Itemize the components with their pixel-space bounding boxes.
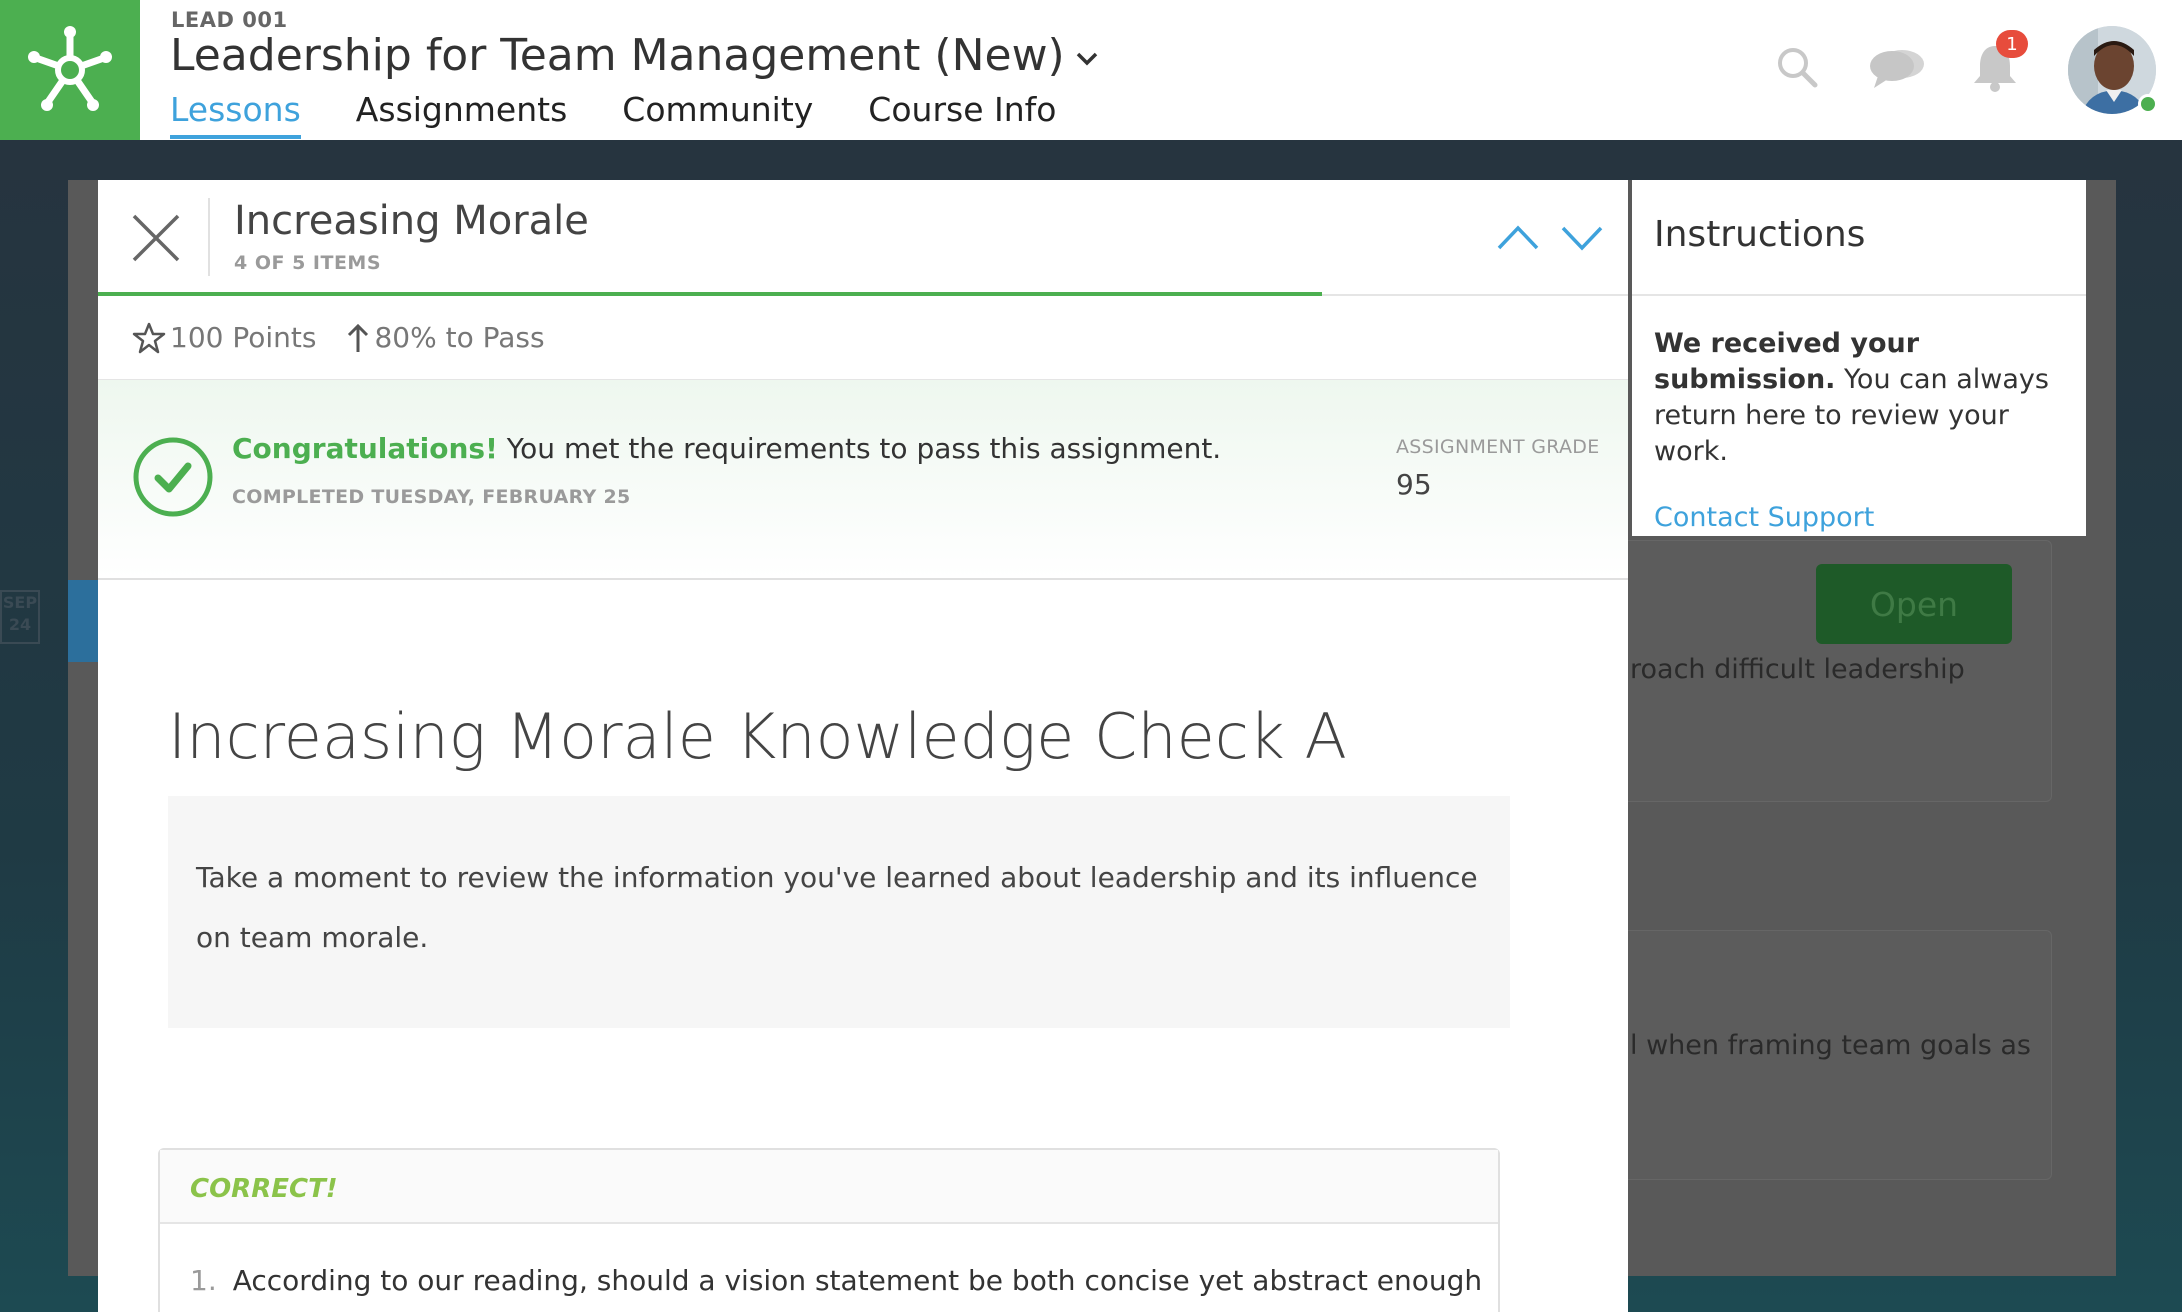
item-title: Increasing Morale xyxy=(234,198,589,244)
question-card: CORRECT! 1. According to our reading, sh… xyxy=(158,1148,1500,1312)
points-info: 100 Points xyxy=(132,321,316,355)
arrow-up-icon xyxy=(348,323,369,352)
question-status: CORRECT! xyxy=(190,1174,338,1204)
assignment-modal: Increasing Morale 4 OF 5 ITEMS 100 Point… xyxy=(98,180,1628,1312)
background-date-tag: SEP 24 xyxy=(0,590,40,644)
chat-icon[interactable] xyxy=(1866,44,1928,92)
intro-text: Take a moment to review the information … xyxy=(196,861,1478,954)
tab-course-info[interactable]: Course Info xyxy=(868,90,1056,139)
check-circle-icon xyxy=(133,437,213,517)
question-status-header: CORRECT! xyxy=(160,1150,1498,1224)
search-icon[interactable] xyxy=(1774,44,1820,90)
instructions-panel: Instructions We received your submission… xyxy=(1632,180,2086,536)
tab-community[interactable]: Community xyxy=(622,90,813,139)
close-icon[interactable] xyxy=(128,210,184,266)
content-title: Increasing Morale Knowledge Check A xyxy=(168,700,1347,773)
success-banner: Congratulations! You met the requirement… xyxy=(98,380,1628,580)
grade-value: 95 xyxy=(1396,468,1432,501)
notification-badge: 1 xyxy=(1996,30,2028,58)
background-open-button: Open xyxy=(1816,564,2012,644)
logo-icon xyxy=(28,26,112,111)
previous-item-arrow-icon[interactable] xyxy=(1494,218,1542,258)
points-label: 100 Points xyxy=(170,321,317,354)
pass-info: 80% to Pass xyxy=(346,321,545,354)
next-item-arrow-icon[interactable] xyxy=(1558,218,1606,258)
item-navigation xyxy=(1478,218,1606,258)
course-title-text: Leadership for Team Management (New) xyxy=(170,30,1065,81)
item-position: 4 OF 5 ITEMS xyxy=(234,252,382,274)
background-snippet: l when framing team goals as xyxy=(1630,1030,2031,1061)
course-code: LEAD 001 xyxy=(171,8,288,32)
app-logo[interactable] xyxy=(0,0,140,140)
question-body: 1. According to our reading, should a vi… xyxy=(160,1224,1498,1312)
intro-box: Take a moment to review the information … xyxy=(168,796,1510,1028)
online-status-indicator xyxy=(2138,94,2158,114)
grade-label: ASSIGNMENT GRADE xyxy=(1396,436,1600,458)
question-text: According to our reading, should a visio… xyxy=(232,1264,1483,1297)
tab-assignments[interactable]: Assignments xyxy=(356,90,568,139)
tab-lessons[interactable]: Lessons xyxy=(170,90,301,139)
question-number: 1. xyxy=(190,1264,217,1297)
completion-date: COMPLETED TUESDAY, FEBRUARY 25 xyxy=(232,486,631,508)
instructions-title: Instructions xyxy=(1632,180,2086,296)
congrats-text: You met the requirements to pass this as… xyxy=(497,432,1222,465)
modal-header: Increasing Morale 4 OF 5 ITEMS xyxy=(98,180,1628,296)
pass-message: Congratulations! You met the requirement… xyxy=(232,432,1221,465)
chevron-down-icon[interactable] xyxy=(1075,51,1099,67)
background-snippet: roach difficult leadership xyxy=(1630,654,1965,685)
pass-label: 80% to Pass xyxy=(374,321,545,354)
header-divider xyxy=(208,198,210,276)
assignment-meta: 100 Points 80% to Pass xyxy=(98,296,1628,380)
star-icon xyxy=(132,322,166,353)
course-tabs: Lessons Assignments Community Course Inf… xyxy=(170,90,1111,139)
instructions-body: We received your submission. You can alw… xyxy=(1632,296,2086,566)
course-title[interactable]: Leadership for Team Management (New) xyxy=(170,30,1099,81)
top-navigation: LEAD 001 Leadership for Team Management … xyxy=(0,0,2182,140)
contact-support-link[interactable]: Contact Support xyxy=(1654,500,2064,536)
congrats-highlight: Congratulations! xyxy=(232,432,498,465)
background-accent-bar xyxy=(68,580,98,662)
